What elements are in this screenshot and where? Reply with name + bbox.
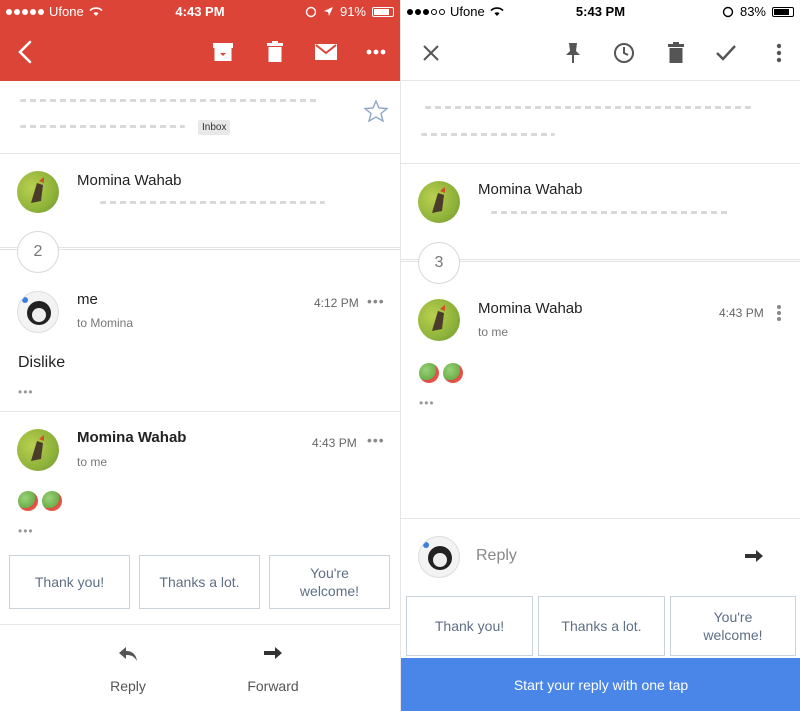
message-time: 4:43 PM bbox=[719, 306, 764, 320]
reply-placeholder[interactable]: Reply bbox=[476, 547, 517, 565]
delete-icon[interactable] bbox=[663, 40, 689, 66]
message-body: Dislike bbox=[18, 354, 66, 371]
smart-reply-button[interactable]: Thank you! bbox=[406, 596, 533, 656]
subject-area: Inbox bbox=[0, 90, 400, 152]
more-options-icon[interactable] bbox=[362, 38, 390, 66]
subject-area bbox=[401, 96, 800, 156]
sender-name: Momina Wahab bbox=[77, 172, 182, 189]
reply-composer[interactable]: Reply bbox=[401, 519, 800, 591]
show-trimmed-icon[interactable]: ••• bbox=[18, 385, 34, 399]
left-app-bar: Ufone 4:43 PM 91% bbox=[0, 0, 400, 81]
back-arrow-icon[interactable] bbox=[14, 38, 38, 66]
smart-reply-button[interactable]: Thank you! bbox=[9, 555, 130, 609]
mark-unread-icon[interactable] bbox=[312, 38, 340, 66]
location-arrow-icon bbox=[323, 7, 333, 16]
inbox-label-chip[interactable]: Inbox bbox=[198, 120, 231, 135]
collapsed-messages-count[interactable]: 3 bbox=[418, 242, 460, 284]
reply-label: Reply bbox=[110, 678, 146, 694]
delete-icon[interactable] bbox=[261, 38, 289, 66]
message-more-icon[interactable]: ••• bbox=[367, 432, 385, 448]
avatar bbox=[17, 171, 59, 213]
reply-icon bbox=[119, 647, 137, 661]
left-screen: Ufone 4:43 PM 91% Inbox Momina Wahab 2 m… bbox=[0, 0, 400, 711]
star-icon[interactable] bbox=[364, 100, 388, 122]
snooze-clock-icon[interactable] bbox=[611, 40, 637, 66]
forward-label: Forward bbox=[247, 678, 299, 694]
close-icon[interactable] bbox=[418, 40, 444, 66]
avatar bbox=[17, 291, 59, 333]
battery-icon bbox=[372, 6, 394, 17]
message-time: 4:12 PM bbox=[314, 296, 359, 310]
smart-reply-button[interactable]: Thanks a lot. bbox=[538, 596, 665, 656]
snippet-blurred bbox=[100, 201, 325, 204]
forward-icon bbox=[264, 647, 282, 659]
sender-name: me bbox=[77, 291, 98, 308]
recipient-line[interactable]: to me bbox=[77, 455, 107, 469]
show-trimmed-icon[interactable]: ••• bbox=[419, 396, 435, 410]
subject-blurred-text bbox=[20, 99, 320, 102]
emoji-icon bbox=[419, 363, 439, 383]
collapsed-messages-count[interactable]: 2 bbox=[17, 231, 59, 273]
left-status-bar: Ufone 4:43 PM 91% bbox=[0, 0, 400, 24]
rotation-lock-icon bbox=[722, 6, 734, 17]
subject-blurred-text bbox=[425, 106, 751, 109]
message-time: 4:43 PM bbox=[312, 436, 357, 450]
avatar bbox=[17, 429, 59, 471]
avatar bbox=[418, 181, 460, 223]
avatar bbox=[418, 299, 460, 341]
smart-reply-button[interactable]: You're welcome! bbox=[269, 555, 390, 609]
emoji-icon bbox=[18, 491, 38, 511]
recipient-line[interactable]: to me bbox=[478, 325, 508, 339]
smart-reply-button[interactable]: You're welcome! bbox=[670, 596, 796, 656]
battery-icon bbox=[772, 6, 794, 17]
sender-name: Momina Wahab bbox=[478, 300, 583, 317]
avatar bbox=[418, 536, 460, 578]
more-vert-icon[interactable] bbox=[766, 40, 792, 66]
forward-icon[interactable] bbox=[744, 549, 764, 565]
sender-name: Momina Wahab bbox=[77, 429, 187, 446]
done-check-icon[interactable] bbox=[713, 40, 739, 66]
emoji-icon bbox=[443, 363, 463, 383]
message-more-vert-icon[interactable] bbox=[776, 304, 782, 322]
right-screen: Ufone 5:43 PM 83% Momina Wahab 3 Momina … bbox=[400, 0, 800, 711]
sender-name: Momina Wahab bbox=[478, 181, 583, 198]
emoji-icon bbox=[42, 491, 62, 511]
rotation-lock-icon bbox=[305, 6, 317, 17]
recipient-line[interactable]: to Momina bbox=[77, 316, 133, 330]
smart-reply-button[interactable]: Thanks a lot. bbox=[139, 555, 260, 609]
battery-percent: 91% bbox=[339, 4, 366, 19]
right-status-bar: Ufone 5:43 PM 83% bbox=[401, 0, 800, 24]
one-tap-reply-banner[interactable]: Start your reply with one tap bbox=[401, 658, 800, 711]
archive-icon[interactable] bbox=[209, 38, 237, 66]
snippet-blurred bbox=[491, 211, 731, 214]
show-trimmed-icon[interactable]: ••• bbox=[18, 524, 34, 538]
battery-percent: 83% bbox=[739, 4, 766, 19]
pin-icon[interactable] bbox=[560, 40, 586, 66]
message-more-icon[interactable]: ••• bbox=[367, 293, 385, 309]
